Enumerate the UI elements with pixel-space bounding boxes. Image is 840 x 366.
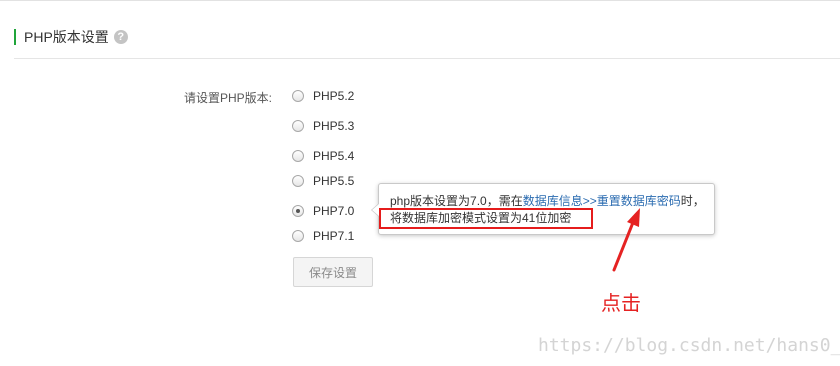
section-divider [14, 58, 840, 59]
section-accent-bar [14, 29, 16, 45]
watermark: https://blog.csdn.net/hans0_0 [538, 335, 840, 356]
radio-button[interactable] [292, 90, 304, 102]
radio-button[interactable] [292, 230, 304, 242]
question-circle-icon[interactable]: ? [113, 30, 128, 44]
section-header: PHP版本设置 ? [14, 29, 128, 45]
radio-label: PHP7.0 [313, 204, 355, 218]
radio-option-php55[interactable]: PHP5.5 [292, 174, 354, 188]
tooltip-text-prefix: php版本设置为7.0，需在 [390, 194, 523, 208]
radio-button[interactable] [292, 175, 304, 187]
radio-option-php54[interactable]: PHP5.4 [292, 149, 354, 163]
highlight-box [379, 208, 593, 229]
section-title: PHP版本设置 [24, 29, 109, 45]
radio-button[interactable] [292, 150, 304, 162]
tooltip-text-suffix: 时， [680, 194, 705, 208]
php-version-label: 请设置PHP版本: [184, 91, 273, 105]
radio-button-selected[interactable] [292, 205, 304, 217]
radio-label: PHP5.2 [313, 89, 355, 103]
top-border [0, 0, 840, 1]
radio-option-php70[interactable]: PHP7.0 [292, 204, 354, 218]
radio-option-php53[interactable]: PHP5.3 [292, 119, 354, 133]
radio-label: PHP5.4 [313, 149, 355, 163]
annotation-click-text: 点击 [601, 293, 641, 315]
radio-option-php52[interactable]: PHP5.2 [292, 89, 354, 103]
radio-label: PHP7.1 [313, 229, 355, 243]
save-settings-button[interactable]: 保存设置 [293, 257, 373, 287]
red-arrow-icon [612, 208, 640, 272]
radio-label: PHP5.5 [313, 174, 355, 188]
radio-option-php71[interactable]: PHP7.1 [292, 229, 354, 243]
tooltip-caret [372, 204, 379, 216]
radio-label: PHP5.3 [313, 119, 355, 133]
radio-button[interactable] [292, 120, 304, 132]
